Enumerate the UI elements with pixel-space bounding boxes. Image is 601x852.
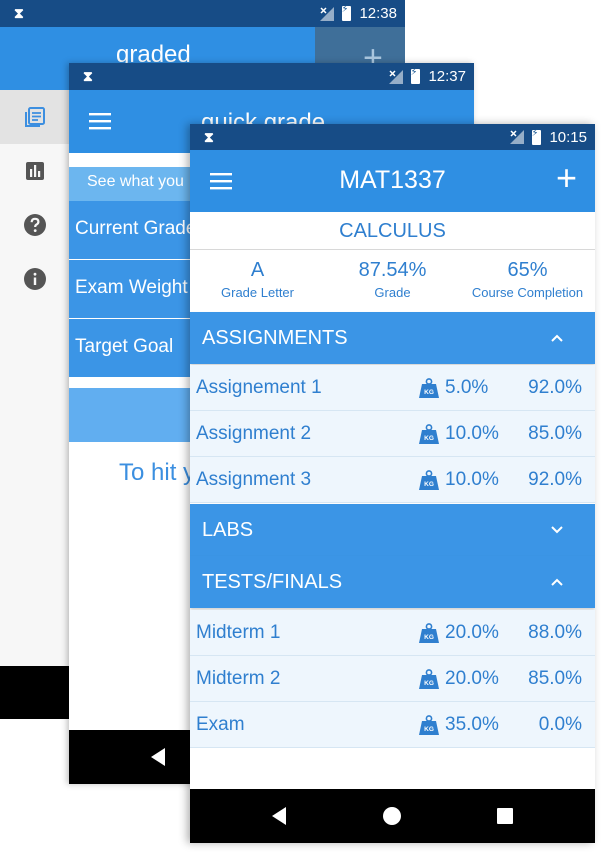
status-time: 12:37	[428, 68, 466, 85]
navigation-bar	[0, 666, 69, 719]
screenshot-collage: ⧗ 12:38 graded +	[0, 0, 601, 852]
stat-grade: 87.54% Grade	[325, 250, 460, 312]
weight-kg-icon: KG	[419, 378, 439, 398]
item-weight: 10.0%	[445, 423, 499, 444]
item-weight: 20.0%	[445, 668, 499, 689]
item-name: Exam	[196, 714, 245, 735]
chart-icon	[25, 162, 44, 180]
status-time: 12:38	[359, 5, 397, 22]
section-header-tests-finals[interactable]: TESTS/FINALS	[190, 556, 595, 608]
item-grade: 85.0%	[528, 668, 582, 689]
drawer-item-courses[interactable]	[0, 90, 69, 144]
signal-icon	[320, 6, 335, 21]
app-notification-icon: ⧗	[83, 68, 93, 84]
chevron-up-icon	[551, 578, 563, 586]
weight-kg-icon: KG	[419, 715, 439, 735]
chevron-down-icon	[551, 526, 563, 534]
grade-item-row[interactable]: Midterm 2 KG 20.0% 85.0%	[190, 656, 595, 702]
app-notification-icon: ⧗	[14, 5, 24, 21]
section-header-labs[interactable]: LABS	[190, 504, 595, 556]
back-icon[interactable]	[151, 748, 165, 766]
result-hint-text: To hit y	[119, 459, 196, 486]
stat-grade-letter: A Grade Letter	[190, 250, 325, 312]
item-weight: 35.0%	[445, 714, 499, 735]
home-icon[interactable]	[383, 807, 401, 825]
stat-label: Course Completion	[471, 285, 584, 300]
section-header-assignments[interactable]: ASSIGNMENTS	[190, 312, 595, 364]
stat-course-completion: 65% Course Completion	[460, 250, 595, 312]
svg-text:KG: KG	[424, 435, 434, 442]
signal-icon	[389, 69, 404, 84]
item-name: Midterm 2	[196, 668, 281, 689]
item-grade: 85.0%	[528, 423, 582, 444]
weight-kg-icon: KG	[419, 623, 439, 643]
course-name-header: CALCULUS	[190, 212, 595, 250]
status-bar: ⧗ 12:37	[69, 63, 474, 90]
course-name: CALCULUS	[339, 220, 446, 242]
drawer-item-about[interactable]	[0, 252, 69, 306]
grade-item-row[interactable]: Assignment 3 KG 10.0% 92.0%	[190, 457, 595, 503]
navigation-bar	[190, 789, 595, 843]
battery-icon	[410, 67, 421, 84]
svg-text:KG: KG	[424, 389, 434, 396]
item-name: Assignment 2	[196, 423, 312, 444]
weight-kg-icon: KG	[419, 669, 439, 689]
menu-icon[interactable]	[89, 112, 111, 130]
section-title: LABS	[202, 519, 254, 541]
course-detail-screen: ⧗ 10:15 MAT1337 + CALCULUS A	[190, 124, 595, 843]
section-title: TESTS/FINALS	[202, 571, 343, 593]
course-stats: A Grade Letter 87.54% Grade 65% Course C…	[190, 250, 595, 312]
svg-text:KG: KG	[424, 726, 434, 733]
app-notification-icon: ⧗	[204, 128, 214, 145]
navigation-drawer	[0, 90, 69, 666]
svg-text:KG: KG	[424, 634, 434, 641]
battery-icon	[341, 4, 352, 21]
status-bar: ⧗ 10:15	[190, 124, 595, 150]
signal-icon	[510, 130, 525, 144]
chevron-up-icon	[551, 334, 563, 342]
item-name: Midterm 1	[196, 622, 281, 643]
item-name: Assignement 1	[196, 377, 322, 398]
grade-item-row[interactable]: Midterm 1 KG 20.0% 88.0%	[190, 610, 595, 656]
app-bar: MAT1337 +	[190, 150, 595, 212]
battery-icon	[531, 128, 542, 145]
status-bar: ⧗ 12:38	[0, 0, 405, 27]
page-title: MAT1337	[339, 166, 446, 194]
stat-value: 65%	[507, 259, 548, 281]
section-title: ASSIGNMENTS	[202, 327, 348, 349]
grade-item-row[interactable]: Exam KG 35.0% 0.0%	[190, 702, 595, 748]
item-weight: 5.0%	[445, 377, 489, 398]
weight-kg-icon: KG	[419, 424, 439, 444]
subtitle-text: See what you	[87, 173, 184, 190]
svg-text:KG: KG	[424, 680, 434, 687]
recents-icon[interactable]	[497, 808, 513, 824]
stat-label: Grade	[374, 285, 411, 300]
help-icon	[23, 214, 46, 236]
item-weight: 10.0%	[445, 469, 499, 490]
exam-weight-label: Exam Weight	[75, 277, 188, 298]
list-icon	[24, 107, 45, 127]
stat-value: 87.54%	[358, 259, 427, 281]
item-grade: 0.0%	[538, 714, 582, 735]
status-time: 10:15	[549, 128, 587, 146]
item-grade: 92.0%	[528, 469, 582, 490]
current-grade-label: Current Grade	[75, 218, 197, 239]
stat-label: Grade Letter	[221, 285, 294, 300]
item-name: Assignment 3	[196, 469, 312, 490]
weight-kg-icon: KG	[419, 470, 439, 490]
info-icon	[23, 268, 46, 290]
item-grade: 92.0%	[528, 377, 582, 398]
item-grade: 88.0%	[528, 622, 582, 643]
svg-text:KG: KG	[424, 481, 434, 488]
stat-value: A	[250, 259, 265, 281]
grade-item-row[interactable]: Assignement 1 KG 5.0% 92.0%	[190, 365, 595, 411]
grade-item-row[interactable]: Assignment 2 KG 10.0% 85.0%	[190, 411, 595, 457]
target-goal-label: Target Goal	[75, 336, 174, 357]
add-item-button[interactable]: +	[556, 158, 577, 198]
drawer-item-stats[interactable]	[0, 144, 69, 198]
back-icon[interactable]	[272, 807, 286, 825]
item-weight: 20.0%	[445, 622, 499, 643]
drawer-item-help[interactable]	[0, 198, 69, 252]
